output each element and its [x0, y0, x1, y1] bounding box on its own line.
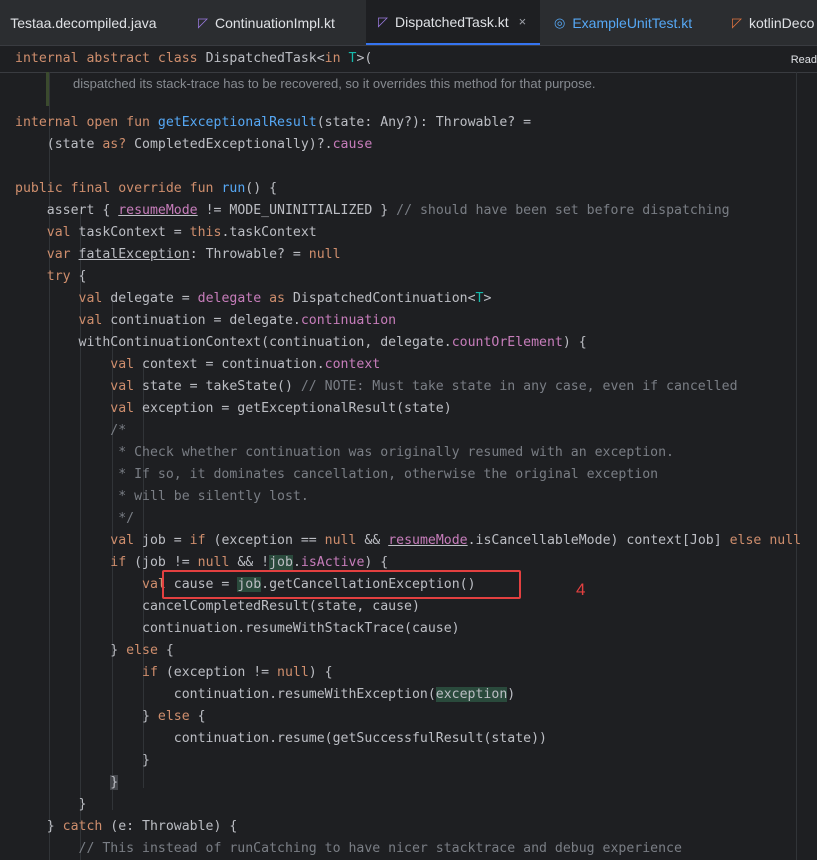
code-line: cancelCompletedResult(state, cause) — [15, 599, 420, 614]
code-line: withContinuationContext(continuation, de… — [15, 335, 587, 350]
code-line: } — [15, 772, 119, 794]
code-line: continuation.resumeWithException(excepti… — [15, 687, 516, 702]
code-line: internal open fun getExceptionalResult(s… — [15, 115, 532, 130]
matched-brace: } — [110, 775, 119, 790]
code-comment-line: * Check whether continuation was origina… — [15, 445, 674, 460]
code-line: try { — [15, 269, 87, 284]
code-line: val continuation = delegate.continuation — [15, 313, 397, 328]
tab-testaa-decompiled-java[interactable]: ▌ Testaa.decompiled.java — [0, 0, 171, 45]
doc-comment-bar — [46, 72, 49, 106]
code-line: continuation.resumeWithStackTrace(cause) — [15, 621, 460, 636]
kotlin-test-file-icon: ◎ — [554, 15, 566, 30]
annotation-highlight-box — [162, 570, 521, 599]
code-keyword: internal abstract class — [15, 51, 206, 66]
code-line: if (exception != null) { — [15, 665, 333, 680]
code-line: } — [15, 753, 150, 768]
tab-label: ContinuationImpl.kt — [215, 14, 335, 31]
code-line: assert { resumeMode != MODE_UNINITIALIZE… — [15, 203, 730, 218]
code-line: continuation.resume(getSuccessfulResult(… — [15, 731, 547, 746]
code-line: public final override fun run() { — [15, 181, 278, 196]
code-keyword: in — [324, 51, 349, 66]
right-margin-guide — [796, 72, 797, 860]
code-comment-line: /* — [15, 423, 127, 438]
code-text: DispatchedTask< — [205, 51, 325, 66]
code-line: val context = continuation.context — [15, 357, 381, 372]
code-comment-line: * If so, it dominates cancellation, othe… — [15, 467, 659, 482]
rendered-doc-comment: dispatched its stack-trace has to be rec… — [73, 76, 596, 91]
sticky-class-header[interactable]: internal abstract class DispatchedTask<i… — [0, 46, 817, 73]
tab-exampleunittest-kt[interactable]: ◎ ExampleUnitTest.kt — [544, 0, 692, 45]
tab-kotlindeco[interactable]: ◸ kotlinDeco — [722, 0, 814, 45]
code-line: } catch (e: Throwable) { — [15, 819, 238, 834]
code-line: var fatalException: Throwable? = null — [15, 247, 341, 262]
close-tab-icon[interactable]: × — [519, 14, 527, 29]
tab-label: ExampleUnitTest.kt — [572, 14, 693, 31]
code-line: val taskContext = this.taskContext — [15, 225, 317, 240]
kotlin-file-icon: ◸ — [378, 14, 388, 29]
code-editor[interactable]: dispatched its stack-trace has to be rec… — [0, 72, 817, 860]
code-line: val state = takeState() // NOTE: Must ta… — [15, 379, 738, 394]
code-line: val delegate = delegate as DispatchedCon… — [15, 291, 492, 306]
code-text: >( — [356, 51, 373, 66]
code-line: } else { — [15, 643, 174, 658]
code-comment-line: // This instead of runCatching to have n… — [15, 841, 682, 856]
code-line: } else { — [15, 709, 206, 724]
code-comment-line: */ — [15, 511, 135, 526]
code-comment-line: * will be silently lost. — [15, 489, 309, 504]
tab-label: kotlinDeco — [749, 14, 815, 31]
code-line: } — [15, 797, 87, 812]
code-line: (state as? CompletedExceptionally)?.caus… — [15, 137, 373, 152]
tab-continuationimpl-kt[interactable]: ◸ ContinuationImpl.kt — [186, 0, 335, 45]
code-line: val job = if (exception == null && resum… — [15, 533, 802, 548]
kotlin-file-icon: ◸ — [198, 15, 208, 30]
code-line: val exception = getExceptionalResult(sta… — [15, 401, 452, 416]
tab-label: DispatchedTask.kt — [395, 13, 509, 30]
reader-mode-toggle[interactable]: Read — [791, 46, 817, 74]
kotlin-file-icon: ◸ — [732, 15, 742, 30]
tab-dispatchedtask-kt[interactable]: ◸ DispatchedTask.kt × — [366, 0, 540, 45]
java-file-icon: ▌ — [0, 16, 3, 29]
editor-tab-bar: ▌ Testaa.decompiled.java ◸ ContinuationI… — [0, 0, 817, 46]
tab-label: Testaa.decompiled.java — [10, 14, 157, 31]
annotation-number: 4 — [576, 580, 586, 599]
